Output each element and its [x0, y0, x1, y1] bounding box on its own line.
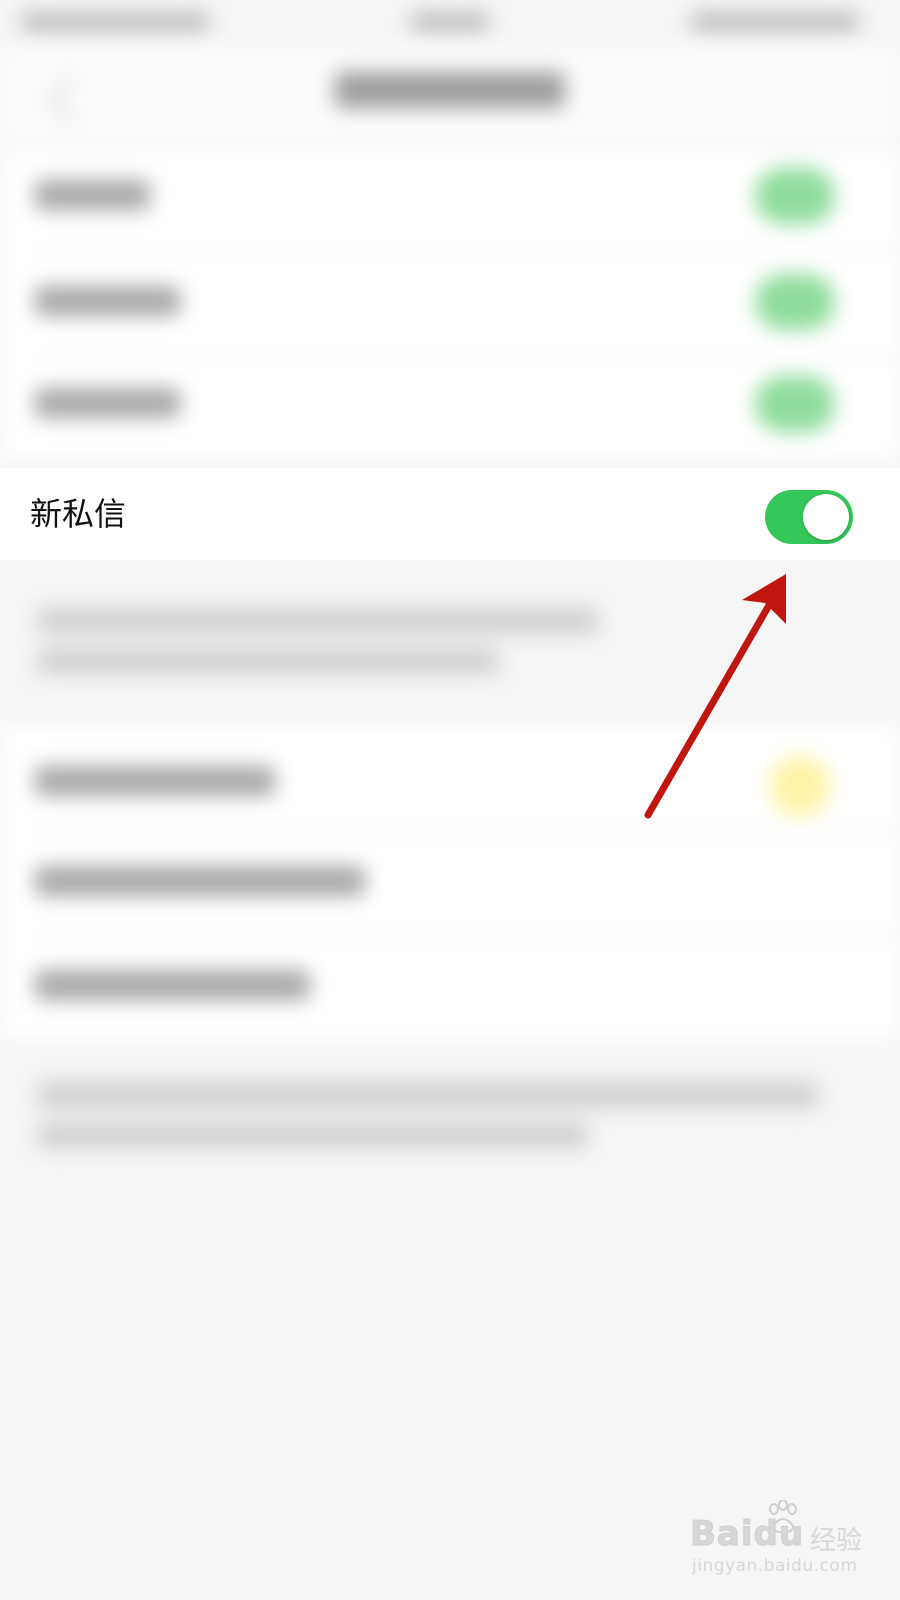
toggle-switch[interactable] [755, 168, 835, 224]
description-line [38, 1082, 818, 1108]
page-title [335, 72, 565, 108]
status-bar-left [20, 12, 210, 32]
section-description [0, 568, 900, 718]
toggle-knob [803, 494, 849, 540]
setting-label [35, 866, 365, 896]
nav-bar [0, 48, 900, 144]
watermark-brand: Baidu [689, 1514, 805, 1555]
new-private-message-toggle[interactable] [765, 490, 853, 544]
setting-label [35, 388, 180, 418]
description-line [38, 608, 598, 634]
setting-label [35, 970, 310, 1000]
setting-row-new-private-message[interactable]: 新私信 [0, 468, 900, 560]
divider [35, 250, 900, 252]
watermark-url: jingyan.baidu.com [692, 1556, 858, 1576]
toggle-switch[interactable] [755, 376, 835, 432]
settings-group-bottom [0, 726, 900, 1038]
back-icon[interactable] [47, 76, 97, 126]
toggle-switch[interactable] [755, 274, 835, 330]
divider [35, 934, 900, 936]
toggle-switch[interactable] [770, 756, 830, 816]
setting-label-new-private-message: 新私信 [30, 495, 127, 533]
setting-label [35, 180, 150, 210]
divider [35, 356, 900, 358]
status-bar-time [410, 12, 490, 32]
setting-label [35, 766, 275, 796]
setting-label [35, 286, 180, 316]
description-line [38, 648, 498, 674]
section-description-2 [0, 1046, 900, 1166]
status-bar [0, 0, 900, 48]
baidu-watermark: Baidu 经验 jingyan.baidu.com [689, 1500, 870, 1580]
watermark-suffix: 经验 [810, 1526, 863, 1556]
settings-group-top [0, 150, 900, 458]
status-bar-right [690, 12, 860, 32]
divider [35, 830, 900, 832]
description-line [38, 1122, 588, 1148]
